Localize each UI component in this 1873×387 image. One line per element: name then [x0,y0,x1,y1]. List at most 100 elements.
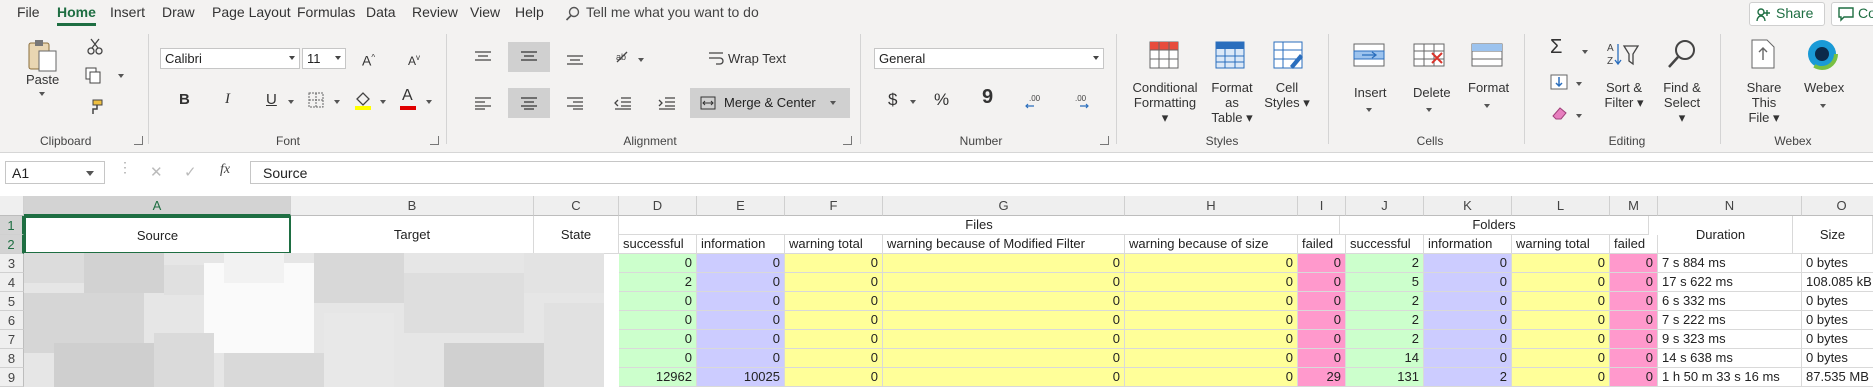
data-cell-e3[interactable]: 0 [697,254,785,273]
data-cell-i8[interactable]: 0 [1298,349,1346,368]
percent-button[interactable]: % [934,91,949,108]
clear-caret[interactable] [1576,114,1582,118]
font-color-button[interactable]: A [402,88,413,104]
fill-color-icon[interactable] [354,90,372,110]
cell-c1-state[interactable]: State [534,216,619,254]
column-header-f[interactable]: F [785,196,883,216]
data-cell-j9[interactable]: 131 [1346,368,1424,387]
share-button[interactable]: Share [1749,2,1825,26]
data-cell-i9[interactable]: 29 [1298,368,1346,387]
data-cell-h6[interactable]: 0 [1125,311,1298,330]
tab-formulas[interactable]: Formulas [297,4,355,20]
data-cell-j6[interactable]: 2 [1346,311,1424,330]
alignment-launcher-icon[interactable] [843,136,852,145]
data-cell-m9[interactable]: 0 [1610,368,1658,387]
column-header-a[interactable]: A [24,196,291,216]
data-cell-f9[interactable]: 0 [785,368,883,387]
format-cells-caret[interactable] [1484,104,1490,108]
middle-align-button[interactable] [508,42,550,72]
data-cell-l8[interactable]: 0 [1512,349,1610,368]
merge-center-button[interactable]: Merge & Center [690,88,850,118]
conditional-formatting-label[interactable]: Conditional Formatting ▾ [1132,80,1198,125]
data-cell-g5[interactable]: 0 [883,292,1125,311]
cell-a1-source[interactable]: Source [24,216,291,254]
insert-cells-caret[interactable] [1366,108,1372,112]
format-as-table-label[interactable]: Format as Table ▾ [1204,80,1260,125]
row-header-4[interactable]: 4 [0,273,24,292]
data-cell-f5[interactable]: 0 [785,292,883,311]
data-cell-l3[interactable]: 0 [1512,254,1610,273]
data-cell-f6[interactable]: 0 [785,311,883,330]
row-header-1[interactable]: 1 [0,216,24,235]
data-cell-n7[interactable]: 9 s 323 ms [1658,330,1802,349]
data-cell-d3[interactable]: 0 [619,254,697,273]
row-header-5[interactable]: 5 [0,292,24,311]
paste-icon[interactable] [24,38,60,74]
cell-styles-label[interactable]: Cell Styles ▾ [1264,80,1310,110]
data-cell-g6[interactable]: 0 [883,311,1125,330]
data-cell-o3[interactable]: 0 bytes [1802,254,1873,273]
insert-cells-label[interactable]: Insert [1354,85,1387,100]
data-cell-m3[interactable]: 0 [1610,254,1658,273]
subheader-cell[interactable]: successful [619,235,697,254]
font-size-select[interactable]: 11 [302,48,346,69]
delete-cells-icon[interactable] [1412,40,1446,70]
data-cell-o5[interactable]: 0 bytes [1802,292,1873,311]
row-header-7[interactable]: 7 [0,330,24,349]
data-cell-f4[interactable]: 0 [785,273,883,292]
data-cell-j4[interactable]: 5 [1346,273,1424,292]
formula-input[interactable]: Source [250,161,1873,184]
italic-button[interactable]: I [225,92,230,107]
cell-folders-header[interactable]: Folders [1340,216,1649,235]
data-cell-m4[interactable]: 0 [1610,273,1658,292]
row-header-2[interactable]: 2 [0,235,24,254]
data-cell-e7[interactable]: 0 [697,330,785,349]
data-cell-n3[interactable]: 7 s 884 ms [1658,254,1802,273]
tab-help[interactable]: Help [515,4,544,20]
format-cells-label[interactable]: Format [1468,80,1509,95]
decrease-decimal-icon[interactable]: .00 [1070,92,1092,110]
data-cell-g8[interactable]: 0 [883,349,1125,368]
tell-me-search[interactable]: Tell me what you want to do [586,4,759,20]
cell-duration-header[interactable]: Duration [1649,216,1793,254]
copy-dropdown-caret[interactable] [118,74,124,78]
data-cell-h4[interactable]: 0 [1125,273,1298,292]
increase-font-icon[interactable]: A^ [362,50,375,69]
bold-button[interactable]: B [179,92,190,107]
tab-insert[interactable]: Insert [110,4,145,20]
sort-filter-icon[interactable]: AZ [1606,40,1640,70]
data-cell-k4[interactable]: 0 [1424,273,1512,292]
comments-button[interactable]: Comm [1831,2,1873,26]
column-header-j[interactable]: J [1346,196,1424,216]
subheader-cell[interactable]: information [697,235,785,254]
delete-cells-caret[interactable] [1426,108,1432,112]
borders-caret[interactable] [334,100,340,104]
tab-file[interactable]: File [17,4,40,20]
column-header-l[interactable]: L [1512,196,1610,216]
subheader-cell[interactable]: warning because of Modified Filter [883,235,1125,254]
data-cell-h5[interactable]: 0 [1125,292,1298,311]
data-cell-m8[interactable]: 0 [1610,349,1658,368]
decrease-indent-icon[interactable] [614,96,632,110]
column-header-b[interactable]: B [291,196,534,216]
data-cell-d4[interactable]: 2 [619,273,697,292]
data-cell-f8[interactable]: 0 [785,349,883,368]
data-cell-o8[interactable]: 0 bytes [1802,349,1873,368]
data-cell-j3[interactable]: 2 [1346,254,1424,273]
column-header-c[interactable]: C [534,196,619,216]
tab-view[interactable]: View [470,4,500,20]
delete-cells-label[interactable]: Delete [1413,85,1451,100]
data-cell-f7[interactable]: 0 [785,330,883,349]
data-cell-l6[interactable]: 0 [1512,311,1610,330]
subheader-cell[interactable]: successful [1346,235,1424,254]
subheader-cell[interactable]: warning total [785,235,883,254]
data-cell-j5[interactable]: 2 [1346,292,1424,311]
tab-review[interactable]: Review [412,4,458,20]
data-cell-d8[interactable]: 0 [619,349,697,368]
row-header-6[interactable]: 6 [0,311,24,330]
align-right-icon[interactable] [566,96,584,110]
merge-center-caret[interactable] [830,101,836,105]
subheader-cell[interactable]: information [1424,235,1512,254]
tab-page-layout[interactable]: Page Layout [212,4,291,20]
cut-icon[interactable] [86,37,104,55]
